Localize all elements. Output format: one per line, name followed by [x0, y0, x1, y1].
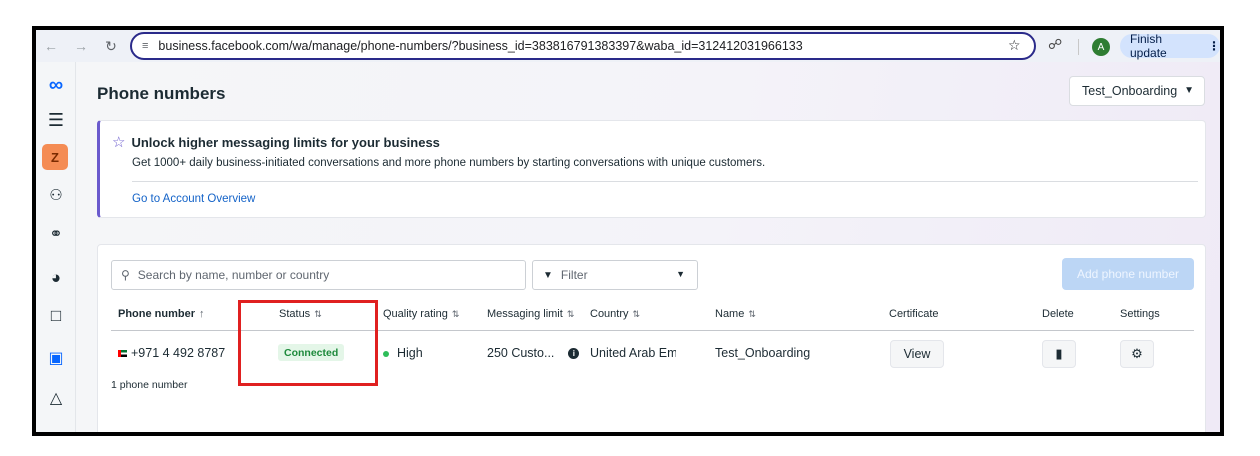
- filter-dropdown[interactable]: ▼ Filter ▼: [532, 260, 698, 290]
- account-selector[interactable]: Test_Onboarding ▼: [1069, 76, 1205, 106]
- column-header-certificate: Certificate: [889, 308, 939, 320]
- reload-icon[interactable]: ↻: [96, 38, 126, 55]
- column-label: Messaging limit: [487, 308, 563, 320]
- sort-icon: ⇅: [314, 309, 322, 319]
- column-header-phone-number[interactable]: Phone number ↑: [118, 308, 205, 320]
- search-input[interactable]: ⚲ Search by name, number or country: [111, 260, 526, 290]
- banner-divider: [132, 181, 1198, 182]
- sort-icon: ⇅: [451, 309, 460, 319]
- column-header-quality-rating[interactable]: Quality rating ⇅: [383, 308, 459, 320]
- link-icon[interactable]: ⚭: [36, 224, 76, 244]
- name-cell: Test_Onboarding: [715, 346, 811, 360]
- sort-icon: ⇅: [748, 309, 756, 319]
- caret-down-icon: ▼: [1184, 85, 1194, 96]
- filter-label: Filter: [560, 268, 588, 282]
- phone-numbers-card: ⚲ Search by name, number or country ▼ Fi…: [97, 244, 1206, 432]
- people-icon[interactable]: ⚇: [36, 186, 76, 204]
- back-icon[interactable]: ←: [36, 38, 66, 54]
- banner-description: Get 1000+ daily business-initiated conve…: [132, 157, 766, 169]
- screenshot-frame: ← → ↻ ≡ business.facebook.com/wa/manage/…: [32, 26, 1224, 436]
- meta-logo-icon[interactable]: ∞: [36, 74, 76, 97]
- caret-down-icon: ▼: [676, 269, 685, 279]
- sort-ascending-icon: ↑: [199, 308, 205, 320]
- address-bar[interactable]: ≡ business.facebook.com/wa/manage/phone-…: [130, 32, 1036, 60]
- delete-button[interactable]: ▮: [1042, 340, 1076, 368]
- briefcase-icon[interactable]: ▣: [36, 348, 76, 368]
- view-certificate-button[interactable]: View: [890, 340, 944, 368]
- messaging-limit-cell: 250 Custo... i: [487, 346, 580, 360]
- phone-number-text: +971 4 492 8787: [131, 346, 226, 360]
- uae-flag-icon: [118, 350, 127, 358]
- profile-avatar[interactable]: A: [1092, 38, 1110, 56]
- quality-rating-text: High: [397, 346, 423, 360]
- column-header-name[interactable]: Name ⇅: [715, 308, 756, 320]
- sort-icon: ⇅: [632, 309, 641, 319]
- account-overview-link[interactable]: Go to Account Overview: [132, 193, 255, 205]
- search-placeholder: Search by name, number or country: [137, 268, 330, 282]
- sort-icon: ⇅: [566, 309, 575, 319]
- speedometer-icon[interactable]: ◕: [36, 268, 76, 288]
- column-label: Quality rating: [383, 308, 448, 320]
- finish-update-button[interactable]: Finish update ⋮: [1120, 32, 1220, 60]
- browser-window: ← → ↻ ≡ business.facebook.com/wa/manage/…: [36, 30, 1220, 432]
- extensions-icon[interactable]: ☍: [1048, 36, 1062, 53]
- page-title: Phone numbers: [97, 84, 226, 103]
- toolbar-divider: [1078, 39, 1079, 55]
- bookmark-star-icon[interactable]: ☆: [1008, 37, 1021, 54]
- star-outline-icon: ☆: [112, 134, 126, 151]
- finish-update-label: Finish update: [1130, 32, 1167, 60]
- left-navigation-rail: ∞ ☰ Z ⚇ ⚭ ◕ □ ▣ △: [36, 62, 76, 432]
- filter-icon: ▼: [543, 269, 553, 281]
- column-header-messaging-limit[interactable]: Messaging limit ⇅: [487, 308, 574, 320]
- column-header-country[interactable]: Country ⇅: [590, 308, 640, 320]
- info-icon[interactable]: i: [568, 348, 580, 360]
- column-header-status[interactable]: Status ⇅: [279, 308, 322, 320]
- workspace-avatar[interactable]: Z: [42, 144, 68, 170]
- column-header-settings: Settings: [1120, 308, 1160, 320]
- table-row-phone-number: +971 4 492 8787: [118, 346, 225, 360]
- table-header-divider: [111, 330, 1194, 331]
- bank-icon[interactable]: △: [36, 388, 76, 408]
- messaging-limits-banner: ☆ Unlock higher messaging limits for you…: [97, 120, 1206, 218]
- gear-icon: ⚙: [1131, 346, 1143, 361]
- add-phone-number-button[interactable]: Add phone number: [1062, 258, 1194, 290]
- banner-title-text: Unlock higher messaging limits for your …: [131, 134, 440, 150]
- country-cell: United Arab Em: [590, 346, 676, 360]
- menu-icon[interactable]: ☰: [36, 110, 76, 131]
- column-label: Name: [715, 308, 745, 320]
- url-text: business.facebook.com/wa/manage/phone-nu…: [158, 39, 803, 53]
- more-menu-icon: ⋮: [1208, 39, 1220, 53]
- column-label: Country: [590, 308, 629, 320]
- trash-icon: ▮: [1055, 346, 1063, 361]
- phone-number-count: 1 phone number: [111, 379, 188, 391]
- column-header-delete: Delete: [1042, 308, 1074, 320]
- messaging-limit-text: 250 Custo...: [487, 346, 555, 360]
- column-label: Phone number: [118, 308, 196, 320]
- banner-title: ☆ Unlock higher messaging limits for you…: [112, 133, 440, 151]
- account-selector-label: Test_Onboarding: [1082, 84, 1178, 98]
- forward-icon[interactable]: →: [66, 38, 96, 54]
- column-label: Status: [279, 308, 311, 320]
- settings-button[interactable]: ⚙: [1120, 340, 1154, 368]
- status-badge: Connected: [278, 344, 345, 361]
- quality-dot-icon: [383, 350, 389, 357]
- site-settings-icon[interactable]: ≡: [142, 40, 148, 52]
- search-icon: ⚲: [121, 268, 130, 282]
- main-content: Phone numbers Test_Onboarding ▼ ☆ Unlock…: [77, 62, 1220, 432]
- quality-rating-cell: High: [383, 346, 423, 360]
- chat-icon[interactable]: □: [36, 306, 76, 326]
